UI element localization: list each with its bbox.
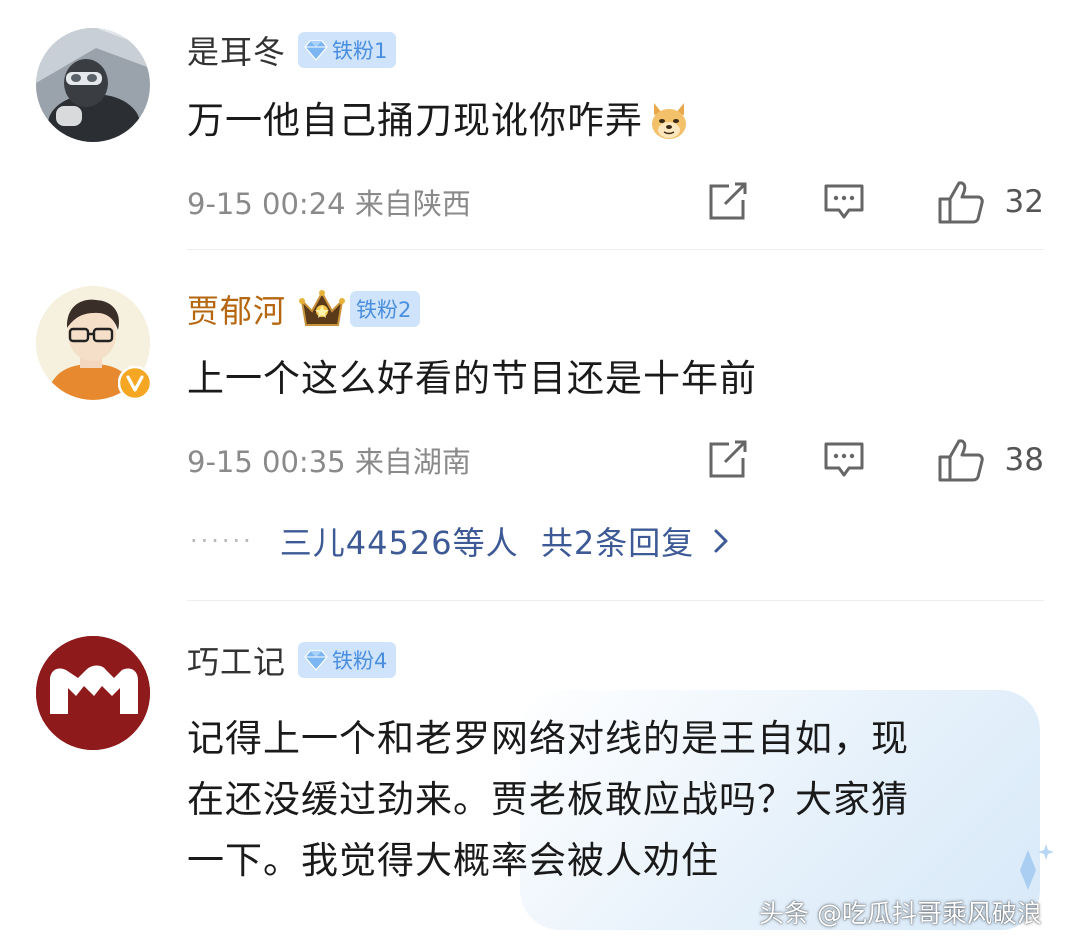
username[interactable]: 巧工记	[187, 637, 286, 683]
fan-badge-label: 铁粉2	[356, 298, 412, 322]
watermark: 头条 @吃瓜抖哥乘风破浪	[759, 899, 1042, 928]
fan-badge: 铁粉1	[298, 32, 397, 68]
avatar[interactable]	[36, 28, 150, 142]
divider	[187, 249, 1044, 250]
meta-row: 9-15 00:35 来自湖南 38	[187, 438, 1044, 482]
avatar[interactable]	[36, 636, 150, 750]
comment-text-line: 记得上一个和老罗网络对线的是王自如，现	[187, 717, 909, 760]
share-icon[interactable]	[707, 440, 749, 480]
verified-badge-icon	[118, 366, 152, 400]
username[interactable]: 是耳冬	[187, 27, 286, 73]
replies-text[interactable]: 三儿44526等人 共2条回复	[280, 518, 695, 564]
comment-text: 万一他自己捅刀现讹你咋弄	[187, 90, 691, 151]
replies-link[interactable]: ······ 三儿44526等人 共2条回复	[190, 516, 732, 566]
username-row: 是耳冬 铁粉1	[187, 27, 397, 73]
meta-row: 9-15 00:24 来自陕西 32	[187, 180, 1044, 224]
doge-emoji-icon	[652, 102, 686, 139]
divider	[187, 600, 1044, 601]
sparkle-icon	[1020, 844, 1054, 890]
fan-badge-label: 铁粉1	[332, 39, 388, 63]
diamond-icon	[304, 40, 328, 61]
username[interactable]: 贾郁河	[187, 286, 286, 332]
fan-badge-label: 铁粉4	[332, 649, 388, 673]
comment-text: 上一个这么好看的节目还是十年前	[187, 357, 757, 400]
username-row: 巧工记 铁粉4	[187, 637, 397, 683]
comment-icon[interactable]	[823, 182, 865, 222]
comment-text-content: 万一他自己捅刀现讹你咋弄	[187, 99, 643, 142]
chevron-right-icon[interactable]	[710, 526, 732, 556]
like-count: 32	[1004, 184, 1044, 220]
like-icon[interactable]	[937, 179, 985, 225]
crown-icon	[298, 289, 346, 329]
diamond-icon	[304, 650, 328, 671]
like-count: 38	[1004, 442, 1044, 478]
timestamp-location: 9-15 00:35 来自湖南	[187, 445, 471, 479]
avatar[interactable]	[36, 286, 152, 400]
fan-badge: 铁粉2	[350, 291, 421, 327]
replies-dots: ······	[190, 527, 254, 555]
share-icon[interactable]	[707, 182, 749, 222]
like-icon[interactable]	[937, 437, 985, 483]
action-bar: 32	[707, 179, 1044, 225]
username-row: 贾郁河 铁粉2	[187, 286, 421, 332]
fan-badge: 铁粉4	[298, 642, 397, 678]
action-bar: 38	[707, 437, 1044, 483]
timestamp-location: 9-15 00:24 来自陕西	[187, 187, 471, 221]
comment-text: 记得上一个和老罗网络对线的是王自如，现 在还没缓过劲来。贾老板敢应战吗？大家猜 …	[187, 708, 909, 891]
comment-text-line: 一下。我觉得大概率会被人劝住	[187, 839, 719, 882]
comment-text-line: 在还没缓过劲来。贾老板敢应战吗？大家猜	[187, 778, 909, 821]
comment-icon[interactable]	[823, 440, 865, 480]
